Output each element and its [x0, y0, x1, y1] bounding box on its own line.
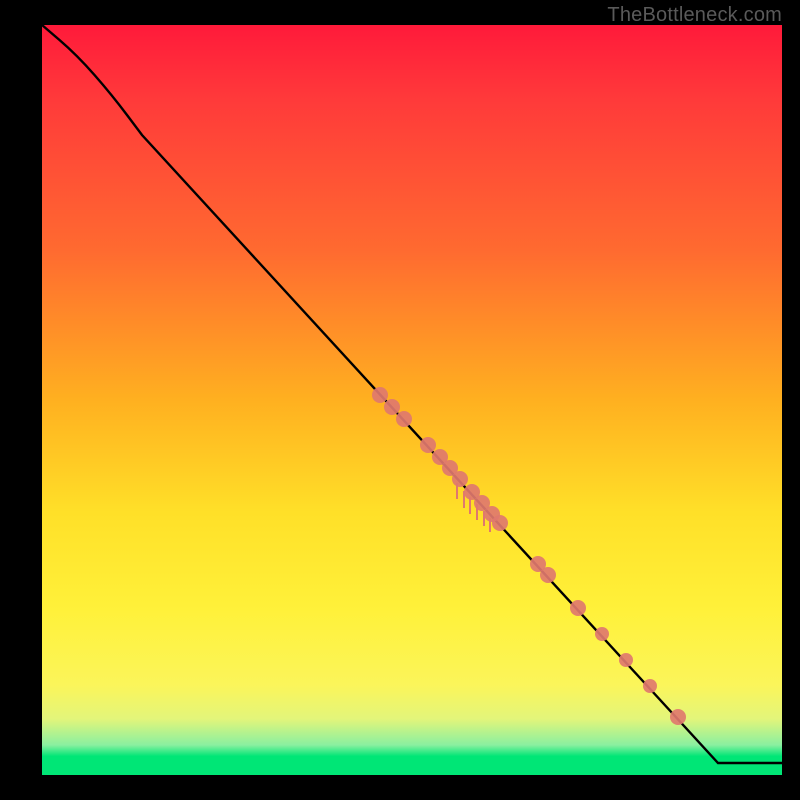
data-marker — [492, 515, 508, 531]
data-marker — [372, 387, 388, 403]
data-marker — [384, 399, 400, 415]
data-marker — [670, 709, 686, 725]
plot-area — [42, 25, 782, 775]
data-marker — [540, 567, 556, 583]
data-marker — [619, 653, 633, 667]
chart-frame: TheBottleneck.com — [0, 0, 800, 800]
chart-svg — [42, 25, 782, 775]
data-marker — [643, 679, 657, 693]
data-marker — [420, 437, 436, 453]
data-marker — [396, 411, 412, 427]
watermark-text: TheBottleneck.com — [607, 4, 782, 27]
main-curve — [42, 25, 782, 763]
data-marker — [595, 627, 609, 641]
data-marker — [452, 471, 468, 487]
data-marker — [570, 600, 586, 616]
